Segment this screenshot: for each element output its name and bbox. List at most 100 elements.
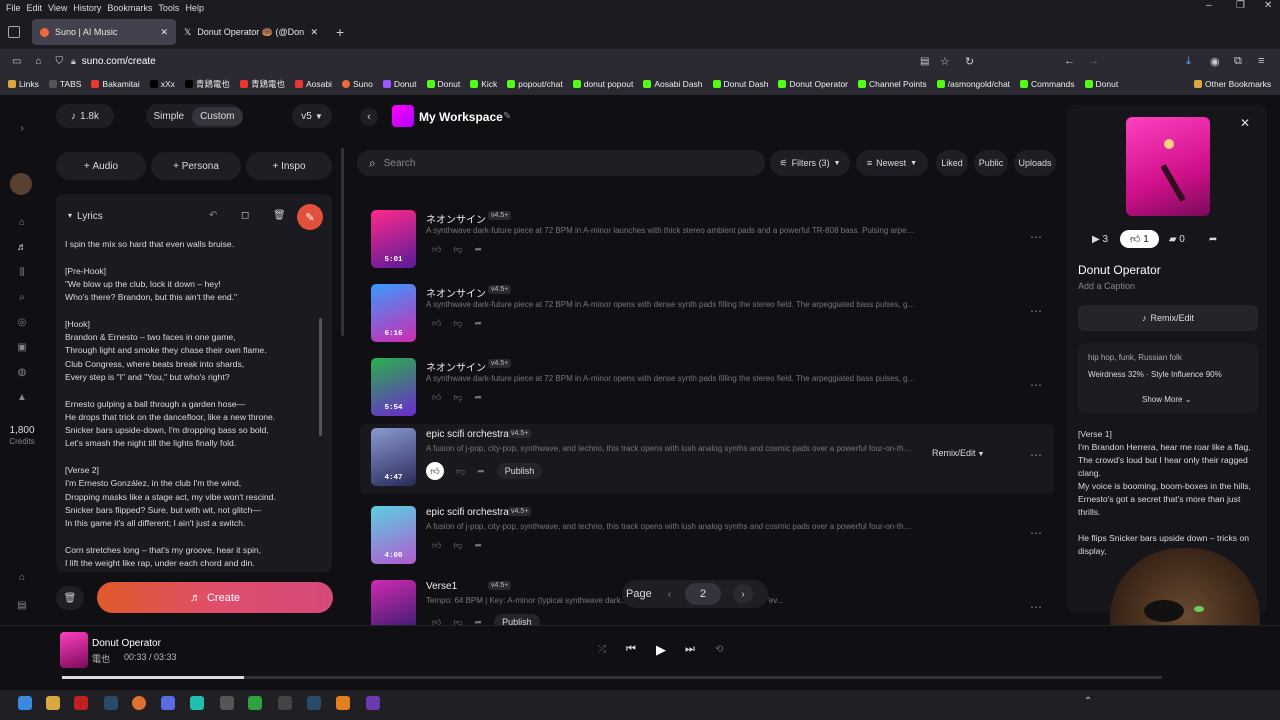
menu-view[interactable]: View xyxy=(48,3,67,13)
song-thumbnail[interactable]: 5:54 xyxy=(371,358,416,416)
song-title[interactable]: ネオンサイン xyxy=(426,359,486,374)
mode-simple-button[interactable]: Simple xyxy=(145,107,192,126)
app-icon[interactable] xyxy=(248,696,262,710)
caption-input[interactable]: Add a Caption xyxy=(1078,281,1135,291)
tab-overview-icon[interactable] xyxy=(8,26,20,38)
shield-icon[interactable]: ⛉ xyxy=(56,56,64,67)
new-tab-icon[interactable]: + xyxy=(336,24,344,40)
search-input[interactable]: ⌕ Search xyxy=(357,150,765,176)
discord-icon[interactable] xyxy=(161,696,175,710)
share-icon[interactable]: ➦ xyxy=(477,466,485,477)
liked-filter-button[interactable]: Liked xyxy=(936,150,968,176)
more-options-icon[interactable]: ⋯ xyxy=(1030,304,1042,318)
bookmark-item[interactable]: TABS xyxy=(48,79,81,89)
close-tab-icon[interactable]: ✕ xyxy=(160,27,168,38)
more-options-icon[interactable]: ⋯ xyxy=(1030,526,1042,540)
song-row[interactable]: 6:16 ネオンサイン v4.5+ A synthwave dark-future p… xyxy=(360,280,1054,350)
prev-page-icon[interactable]: ‹ xyxy=(668,589,671,600)
bookmark-item[interactable]: Kick xyxy=(470,79,497,89)
menu-hamburger-icon[interactable]: ≡ xyxy=(1258,55,1264,67)
library-icon[interactable]: ⫼ xyxy=(16,267,28,279)
more-options-icon[interactable]: ⋯ xyxy=(1030,600,1042,614)
bookmark-item[interactable]: Donut Operator xyxy=(778,79,848,89)
close-icon[interactable]: ✕ xyxy=(1240,116,1250,130)
thumbs-down-icon[interactable]: 👎︎ xyxy=(453,244,462,255)
bookmark-item[interactable]: popout/chat xyxy=(507,79,563,89)
forward-icon[interactable]: → xyxy=(1088,55,1099,67)
home-icon[interactable]: ⌂ xyxy=(35,56,41,67)
song-thumbnail[interactable]: 6:16 xyxy=(371,284,416,342)
menu-history[interactable]: History xyxy=(73,3,101,13)
show-more-button[interactable]: Show More ⌄ xyxy=(1142,395,1191,404)
thumbs-down-icon[interactable]: 👎︎ xyxy=(453,540,462,551)
bookmark-item[interactable]: Aosabi xyxy=(294,79,332,89)
current-page[interactable]: 2 xyxy=(685,583,722,605)
bookmark-item[interactable]: Donut xyxy=(426,79,460,89)
song-thumbnail[interactable]: 4:00 xyxy=(371,506,416,564)
song-title[interactable]: epic scifi orchestra xyxy=(426,429,509,440)
bookmark-item[interactable]: Aosabi Dash xyxy=(643,79,703,89)
share-icon[interactable]: ➦ xyxy=(475,318,483,329)
more-options-icon[interactable]: ⋯ xyxy=(1030,230,1042,244)
close-tab-icon[interactable]: ✕ xyxy=(310,27,318,38)
uploads-filter-button[interactable]: Uploads xyxy=(1014,150,1056,176)
bookmark-item[interactable]: xXx xyxy=(149,79,175,89)
thumbs-up-icon[interactable]: 👍︎ xyxy=(432,244,441,255)
song-title[interactable]: Verse1 xyxy=(426,581,457,592)
app-icon[interactable] xyxy=(278,696,292,710)
bookmark-star-icon[interactable]: ☆ xyxy=(940,55,950,68)
expand-sidebar-icon[interactable]: › xyxy=(16,123,28,135)
menu-bookmarks[interactable]: Bookmarks xyxy=(107,3,152,13)
repeat-icon[interactable]: ⟲ xyxy=(715,644,723,655)
back-icon[interactable]: ← xyxy=(1064,55,1075,67)
app-icon[interactable] xyxy=(74,696,88,710)
song-row[interactable]: 5:54 ネオンサイン v4.5+ A synthwave dark-future p… xyxy=(360,354,1054,424)
play-icon[interactable]: ▶ xyxy=(656,642,666,658)
version-select[interactable]: v5 ▼ xyxy=(292,104,332,128)
firefox-icon[interactable] xyxy=(132,696,146,710)
thumbs-up-icon[interactable]: 👍︎ xyxy=(432,318,441,329)
share-icon[interactable]: ➦ xyxy=(475,244,483,255)
thumbs-down-icon[interactable]: 👎︎ xyxy=(453,392,462,403)
more-options-icon[interactable]: ⋯ xyxy=(1030,378,1042,392)
detail-title[interactable]: Donut Operator xyxy=(1078,263,1161,277)
vlc-icon[interactable] xyxy=(336,696,350,710)
add-persona-button[interactable]: + Persona xyxy=(151,152,241,180)
explore-icon[interactable]: ◍ xyxy=(16,367,28,379)
song-title[interactable]: ネオンサイン xyxy=(426,285,486,300)
reader-icon[interactable]: ▤ xyxy=(920,56,929,67)
bookmark-item[interactable]: /asmongold/chat xyxy=(936,79,1010,89)
add-inspo-button[interactable]: + Inspo xyxy=(246,152,332,180)
remix-edit-button[interactable]: Remix/Edit ▼ xyxy=(932,448,984,458)
bookmark-item[interactable]: Donut Dash xyxy=(712,79,768,89)
share-icon[interactable]: ➦ xyxy=(1209,234,1217,245)
more-options-icon[interactable]: ⋯ xyxy=(1030,448,1042,462)
thumbs-down-icon[interactable]: 👎︎ xyxy=(456,466,465,477)
share-icon[interactable]: ➦ xyxy=(475,392,483,403)
other-bookmarks[interactable]: Other Bookmarks xyxy=(1186,79,1272,89)
extensions-icon[interactable]: ⧉ xyxy=(1234,55,1242,68)
create-icon[interactable]: ♬ xyxy=(16,242,28,254)
home-icon[interactable]: ⌂ xyxy=(16,217,28,229)
avatar[interactable] xyxy=(10,173,32,195)
edit-pencil-icon[interactable]: ✎ xyxy=(503,111,511,122)
thumbs-down-icon[interactable]: 👎︎ xyxy=(453,318,462,329)
bookmark-item[interactable]: Suno xyxy=(341,79,373,89)
docs-icon[interactable]: ▤ xyxy=(16,600,28,612)
menu-tools[interactable]: Tools xyxy=(158,3,179,13)
player-cover-art[interactable] xyxy=(60,632,88,668)
workspace-title[interactable]: My Workspace xyxy=(419,110,503,124)
song-row[interactable]: 4:47 epic scifi orchestra v4.5+ A fusion of… xyxy=(360,424,1054,494)
bookmark-item[interactable]: 青鶏電也 xyxy=(184,78,230,90)
thumbs-up-icon[interactable]: 👍︎ xyxy=(432,540,441,551)
mode-custom-button[interactable]: Custom xyxy=(192,106,243,126)
bookmark-item[interactable]: Bakamitai xyxy=(91,79,140,89)
thumbs-up-icon[interactable]: 👍︎ xyxy=(426,462,444,480)
lyrics-scrollbar[interactable] xyxy=(319,318,322,436)
bookmark-item[interactable]: Links xyxy=(8,79,39,89)
add-audio-button[interactable]: + Audio xyxy=(56,152,146,180)
tab-suno[interactable]: Suno | AI Music ✕ xyxy=(32,19,176,45)
player-artist[interactable]: 電也 xyxy=(92,652,110,665)
close-window-icon[interactable]: ✕ xyxy=(1264,0,1272,11)
shop-icon[interactable]: ⌂ xyxy=(16,572,28,584)
